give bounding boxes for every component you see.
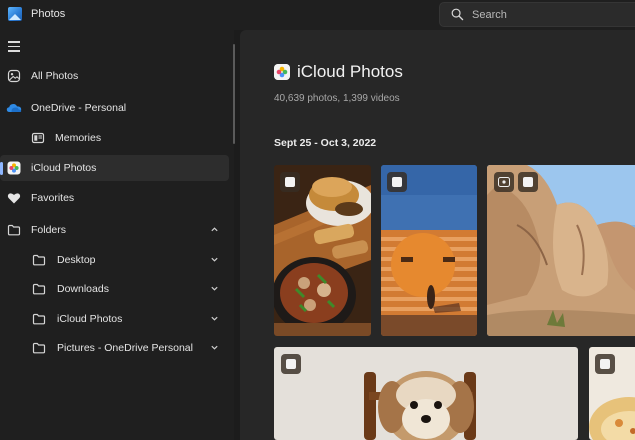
chevron-down-icon[interactable]	[210, 255, 219, 264]
sidebar-item-label: OneDrive - Personal	[31, 102, 127, 114]
icloud-source-badge	[387, 172, 407, 192]
icloud-source-badge	[518, 172, 538, 192]
sidebar-scrollbar[interactable]	[233, 44, 235, 144]
photo-count-subtitle: 40,639 photos, 1,399 videos	[274, 93, 400, 104]
sidebar-item-desktop[interactable]: Desktop	[0, 247, 229, 273]
photos-app-icon	[8, 7, 22, 21]
sidebar-item-icloud-photos-folder[interactable]: iCloud Photos	[0, 306, 229, 332]
dog-photo	[274, 347, 578, 440]
icloud-photos-icon	[274, 64, 290, 80]
folder-icon	[32, 342, 46, 354]
photo-thumbnail[interactable]	[589, 347, 635, 440]
app-title: Photos	[31, 8, 66, 20]
sidebar-item-label: Desktop	[57, 254, 96, 266]
sidebar-item-label: All Photos	[31, 70, 79, 82]
sidebar-item-downloads[interactable]: Downloads	[0, 276, 229, 302]
photo-thumbnail[interactable]	[274, 347, 578, 440]
icloud-source-badge	[595, 354, 615, 374]
chevron-down-icon[interactable]	[210, 284, 219, 293]
active-indicator	[0, 162, 3, 175]
heart-icon	[7, 193, 21, 204]
sidebar-item-all-photos[interactable]: All Photos	[0, 63, 229, 89]
sidebar-item-folders[interactable]: Folders	[0, 217, 229, 243]
sidebar: All Photos OneDrive - Personal Memories …	[0, 30, 235, 440]
sidebar-item-label: Favorites	[31, 192, 75, 204]
sidebar-item-favorites[interactable]: Favorites	[0, 185, 229, 211]
hamburger-menu-icon[interactable]	[8, 41, 20, 52]
folder-icon	[32, 254, 46, 266]
search-placeholder: Search	[472, 9, 507, 21]
search-box[interactable]: Search	[439, 2, 635, 27]
video-badge	[494, 172, 514, 192]
sidebar-item-label: Downloads	[57, 283, 109, 295]
sidebar-item-label: Pictures - OneDrive Personal	[57, 342, 193, 354]
sidebar-item-label: Folders	[31, 224, 67, 236]
folder-icon	[7, 224, 21, 236]
sidebar-item-label: iCloud Photos	[57, 313, 123, 325]
sidebar-item-label: iCloud Photos	[31, 162, 97, 174]
chevron-down-icon[interactable]	[210, 314, 219, 323]
icloud-source-badge	[281, 354, 301, 374]
memories-icon	[31, 132, 45, 144]
sidebar-item-pictures-onedrive[interactable]: Pictures - OneDrive Personal	[0, 335, 229, 361]
icloud-photos-icon	[7, 161, 21, 175]
folder-icon	[32, 283, 46, 295]
search-icon	[451, 8, 464, 21]
photo-thumbnail[interactable]	[381, 165, 477, 336]
sidebar-item-memories[interactable]: Memories	[0, 125, 229, 151]
all-photos-icon	[7, 69, 21, 83]
sidebar-item-icloud-photos[interactable]: iCloud Photos	[0, 155, 229, 181]
onedrive-cloud-icon	[6, 104, 22, 112]
icloud-source-badge	[280, 172, 300, 192]
photo-thumbnail[interactable]	[487, 165, 635, 336]
date-range-header: Sept 25 - Oct 3, 2022	[274, 137, 377, 149]
main-content: iCloud Photos 40,639 photos, 1,399 video…	[240, 30, 635, 440]
title-bar: Photos Search	[0, 0, 635, 30]
photo-thumbnail[interactable]	[274, 165, 371, 336]
folder-icon	[32, 313, 46, 325]
sidebar-item-label: Memories	[55, 132, 102, 144]
sidebar-item-onedrive-personal[interactable]: OneDrive - Personal	[0, 95, 229, 121]
page-title: iCloud Photos	[297, 62, 403, 81]
chevron-up-icon[interactable]	[210, 225, 219, 234]
chevron-down-icon[interactable]	[210, 343, 219, 352]
